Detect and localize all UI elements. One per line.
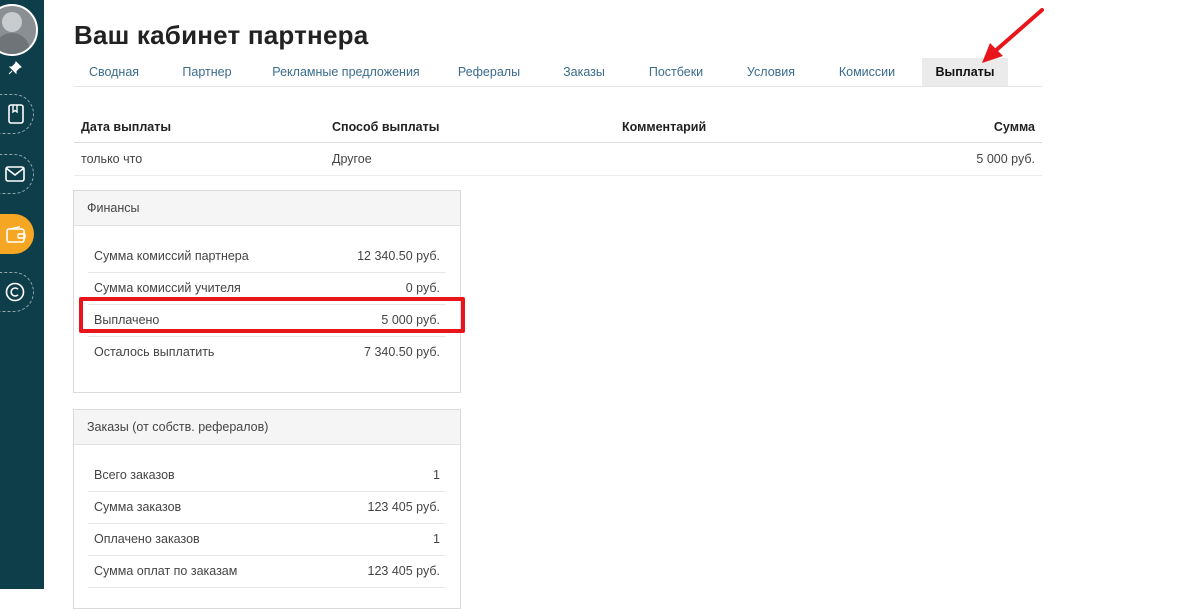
copyright-icon (5, 282, 25, 302)
payouts-table: Дата выплаты Способ выплаты Комментарий … (74, 112, 1042, 176)
list-item: Сумма оплат по заказам 123 405 руб. (88, 556, 446, 588)
tab-summary[interactable]: Сводная (74, 58, 154, 86)
row-label: Сумма комиссий партнера (94, 249, 249, 263)
row-value: 123 405 руб. (367, 564, 441, 578)
table-header: Дата выплаты Способ выплаты Комментарий … (74, 112, 1042, 143)
row-value: 1 (433, 468, 440, 482)
tab-orders[interactable]: Заказы (552, 58, 616, 86)
panel-title: Финансы (74, 191, 460, 226)
list-item: Оплачено заказов 1 (88, 524, 446, 556)
column-amount: Сумма (993, 120, 1035, 134)
list-item: Всего заказов 1 (88, 460, 446, 492)
tab-payouts[interactable]: Выплаты (922, 58, 1008, 86)
column-date: Дата выплаты (81, 120, 172, 134)
sidebar-item-partner[interactable] (0, 272, 34, 312)
wallet-icon (6, 225, 26, 243)
avatar[interactable] (0, 4, 38, 56)
payout-amount: 5 000 руб. (976, 152, 1035, 166)
row-label: Оплачено заказов (94, 532, 200, 546)
column-method: Способ выплаты (332, 120, 440, 134)
orders-panel: Заказы (от собств. рефералов) Всего зака… (73, 409, 461, 609)
list-item: Осталось выплатить 7 340.50 руб. (88, 337, 446, 368)
tab-postbacks[interactable]: Постбеки (640, 58, 712, 86)
table-row: только что Другое 5 000 руб. (74, 143, 1042, 176)
row-label: Всего заказов (94, 468, 175, 482)
tab-bar: Сводная Партнер Рекламные предложения Ре… (74, 58, 1042, 87)
tab-terms[interactable]: Условия (738, 58, 804, 86)
annotation-highlight-box (79, 297, 465, 333)
tab-referrals[interactable]: Рефералы (450, 58, 528, 86)
sidebar-item-messages[interactable] (0, 154, 34, 194)
pin-icon[interactable] (8, 61, 22, 75)
breadcrumb (74, 0, 194, 2)
mail-icon (5, 166, 25, 182)
column-comment: Комментарий (622, 120, 707, 134)
row-value: 1 (433, 532, 440, 546)
list-item: Сумма заказов 123 405 руб. (88, 492, 446, 524)
payout-date: только что (81, 152, 143, 166)
row-label: Сумма оплат по заказам (94, 564, 238, 578)
tab-commissions[interactable]: Комиссии (830, 58, 904, 86)
finance-panel: Финансы Сумма комиссий партнера 12 340.5… (73, 190, 461, 393)
panel-title: Заказы (от собств. рефералов) (74, 410, 460, 445)
page-title: Ваш кабинет партнера (74, 20, 369, 50)
book-icon (8, 104, 24, 124)
list-item: Сумма комиссий партнера 12 340.50 руб. (88, 241, 446, 273)
row-label: Осталось выплатить (94, 345, 215, 359)
row-value: 7 340.50 руб. (364, 345, 440, 359)
sidebar-item-courses[interactable] (0, 94, 34, 134)
sidebar (0, 0, 44, 589)
row-label: Сумма заказов (94, 500, 182, 514)
row-value: 123 405 руб. (367, 500, 441, 514)
sidebar-item-wallet[interactable] (0, 214, 34, 254)
payout-method: Другое (332, 152, 372, 166)
row-value: 12 340.50 руб. (357, 249, 440, 263)
tab-ad-offers[interactable]: Рекламные предложения (264, 58, 428, 86)
tab-partner[interactable]: Партнер (166, 58, 248, 86)
